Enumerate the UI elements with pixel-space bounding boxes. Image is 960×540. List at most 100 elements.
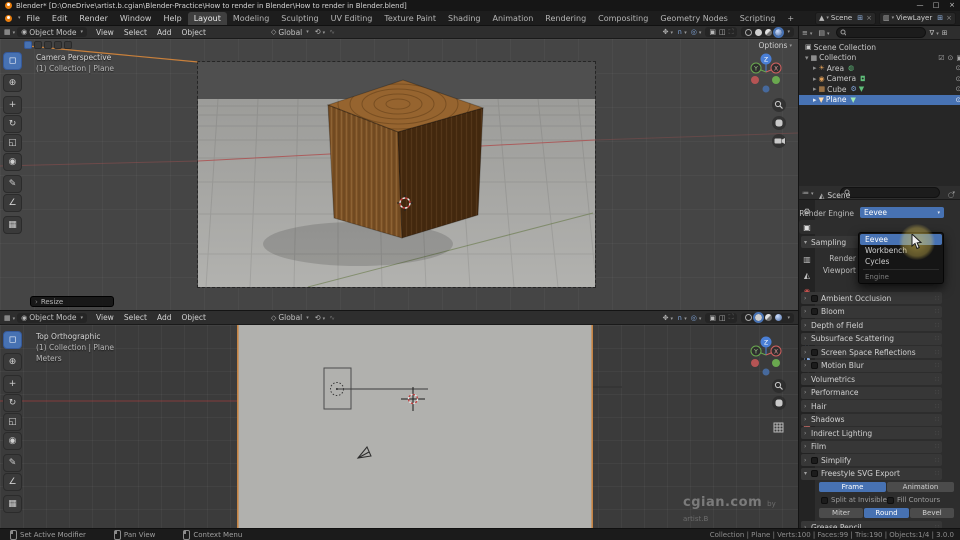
tool-rotate[interactable]: ↻	[3, 394, 22, 412]
section-checkbox[interactable]	[811, 362, 818, 369]
freestyle-bevel-button[interactable]: Bevel	[910, 508, 954, 518]
snap-magnet-icon[interactable]: ∩ ▾	[677, 314, 687, 322]
tool-select-box[interactable]: ◻	[3, 331, 22, 349]
tool-add-cube[interactable]: ▦	[3, 495, 22, 513]
menu-object[interactable]: Object	[177, 28, 211, 37]
menu-help[interactable]: Help	[157, 14, 187, 23]
hide-eye-icon[interactable]: ⊙	[948, 54, 954, 62]
tool-setting-icon[interactable]	[24, 41, 32, 49]
menu-render[interactable]: Render	[73, 14, 113, 23]
outliner-row-cube[interactable]: ▸ ▦ Cube ⚙ ▼ ⊙ ▣	[799, 84, 960, 95]
section-grease-pencil[interactable]: › Grease Pencil ∷	[801, 521, 942, 528]
freestyle-round-button[interactable]: Round	[864, 508, 909, 518]
show-overlays-icon[interactable]: ◫	[719, 28, 726, 36]
outliner-row-camera[interactable]: ▸ ◉ Camera ◘ ⊙ ▣	[799, 74, 960, 85]
tool-settings-strip[interactable]	[24, 41, 72, 49]
scene-name[interactable]: Scene	[831, 14, 852, 22]
outliner-search[interactable]	[835, 27, 926, 38]
editor-type-icon[interactable]: ▦ ▾	[4, 28, 15, 36]
workspace-tab-uv-editing[interactable]: UV Editing	[325, 12, 379, 25]
shading-material-icon[interactable]	[765, 314, 773, 321]
menu-edit[interactable]: Edit	[46, 14, 74, 23]
outliner-row-plane[interactable]: ▸ ▼ Plane ▼ ⊙ ▣	[799, 94, 960, 105]
minimize-button[interactable]: —	[912, 0, 928, 11]
proportional-editing-icon[interactable]: ◎ ▾	[691, 314, 702, 322]
expand-icon[interactable]: ▸	[813, 64, 817, 72]
tab-render[interactable]: ▣	[799, 220, 815, 234]
tool-annotate[interactable]: ✎	[3, 454, 22, 472]
tool-transform[interactable]: ◉	[3, 432, 22, 450]
menu-item-cycles[interactable]: Cycles	[860, 256, 942, 267]
close-button[interactable]: ×	[944, 0, 960, 11]
section-performance[interactable]: › Performance ∷	[801, 386, 942, 399]
transform-orientation[interactable]: ◇ Global ▾	[271, 313, 309, 322]
render-engine-dropdown[interactable]: Eevee ▾	[860, 207, 944, 218]
tool-move[interactable]: +	[3, 96, 22, 114]
section-subsurface-scattering[interactable]: › Subsurface Scattering ∷	[801, 332, 942, 345]
display-mode-icon[interactable]: ▤ ▾	[818, 29, 829, 37]
outliner-row-area[interactable]: ▸ ☀ Area ◍ ⊙ ▣	[799, 63, 960, 74]
freestyle-miter-button[interactable]: Miter	[819, 508, 863, 518]
section-sampling[interactable]: ▾ Sampling	[801, 236, 859, 248]
operator-panel-resize[interactable]: › Resize	[30, 296, 114, 307]
proportional-editing-icon[interactable]: ◎ ▾	[691, 28, 702, 36]
section-motion-blur[interactable]: › Motion Blur ∷	[801, 359, 942, 372]
section-bloom[interactable]: › Bloom ∷	[801, 305, 942, 318]
blender-menu-icon[interactable]	[5, 14, 12, 22]
section-volumetrics[interactable]: › Volumetrics ∷	[801, 373, 942, 385]
shading-rendered-icon[interactable]	[775, 314, 783, 321]
hide-eye-icon[interactable]: ⊙	[956, 85, 960, 93]
workspace-tab-geometry-nodes[interactable]: Geometry Nodes	[654, 12, 733, 25]
exclude-checkbox-icon[interactable]: ☑	[938, 54, 944, 62]
shading-wireframe-icon[interactable]	[745, 28, 753, 36]
show-overlays-icon[interactable]: ◫	[719, 314, 726, 322]
tool-rotate[interactable]: ↻	[3, 115, 22, 133]
freestyle-animation-button[interactable]: Animation	[887, 482, 954, 492]
workspace-tab-scripting[interactable]: Scripting	[734, 12, 782, 25]
menu-window[interactable]: Window	[114, 14, 158, 23]
tool-annotate[interactable]: ✎	[3, 175, 22, 193]
tool-select-box[interactable]: ◻	[3, 52, 22, 70]
section-checkbox[interactable]	[811, 348, 818, 356]
expand-icon[interactable]: ▾	[805, 54, 809, 62]
outliner-search-input[interactable]	[845, 28, 922, 37]
properties-search[interactable]	[839, 187, 940, 198]
remove-viewlayer-icon[interactable]: ×	[946, 14, 952, 22]
section-ambient-occlusion[interactable]: › Ambient Occlusion ∷	[801, 292, 942, 304]
xray-toggle-icon[interactable]: ⛶	[729, 313, 734, 322]
new-scene-icon[interactable]: ⊞	[857, 14, 863, 22]
gizmo-dropdown-icon[interactable]: ✥ ▾	[663, 28, 673, 36]
tool-scale[interactable]: ◱	[3, 134, 22, 152]
tool-cursor[interactable]: ⊕	[3, 74, 22, 92]
hide-eye-icon[interactable]: ⊙	[956, 64, 960, 72]
tool-measure[interactable]: ∠	[3, 194, 22, 212]
menu-file[interactable]: File	[21, 14, 46, 23]
section-indirect-lighting[interactable]: › Indirect Lighting ∷	[801, 427, 942, 439]
menu-select[interactable]: Select	[119, 28, 152, 37]
tool-setting-icon[interactable]	[34, 41, 42, 49]
freestyle-frame-button[interactable]: Frame	[819, 482, 886, 492]
snap-target-icon[interactable]: ∿	[329, 28, 335, 36]
menu-view[interactable]: View	[91, 313, 119, 322]
viewport-bottom-canvas[interactable]: ◻ ⊕ + ↻ ◱ ◉ ✎ ∠ ▦ Top Orthographic (1) C…	[0, 325, 798, 528]
xray-toggle-icon[interactable]: ⛶	[729, 28, 734, 37]
menu-object[interactable]: Object	[177, 313, 211, 322]
workspace-tab-sculpting[interactable]: Sculpting	[275, 12, 324, 25]
mode-selector[interactable]: ◉ Object Mode ▾	[17, 27, 88, 37]
workspace-tab-shading[interactable]: Shading	[442, 12, 487, 25]
hide-eye-icon[interactable]: ⊙	[956, 75, 960, 83]
properties-search-input[interactable]	[850, 188, 936, 197]
menu-add[interactable]: Add	[152, 313, 177, 322]
snap-magnet-icon[interactable]: ∩ ▾	[677, 28, 687, 36]
scene-selector[interactable]: ▲ ▾ Scene ⊞ ×	[814, 11, 876, 25]
tool-cursor[interactable]: ⊕	[3, 353, 22, 371]
expand-icon[interactable]: ▸	[813, 85, 817, 93]
tool-transform[interactable]: ◉	[3, 153, 22, 171]
workspace-tab-rendering[interactable]: Rendering	[539, 12, 592, 25]
section-checkbox[interactable]	[811, 456, 818, 464]
tool-setting-icon[interactable]	[44, 41, 52, 49]
section-film[interactable]: › Film ∷	[801, 440, 942, 453]
menu-select[interactable]: Select	[119, 313, 152, 322]
editor-type-icon[interactable]: ≡ ▾	[802, 29, 812, 37]
viewlayer-name[interactable]: ViewLayer	[896, 14, 932, 22]
